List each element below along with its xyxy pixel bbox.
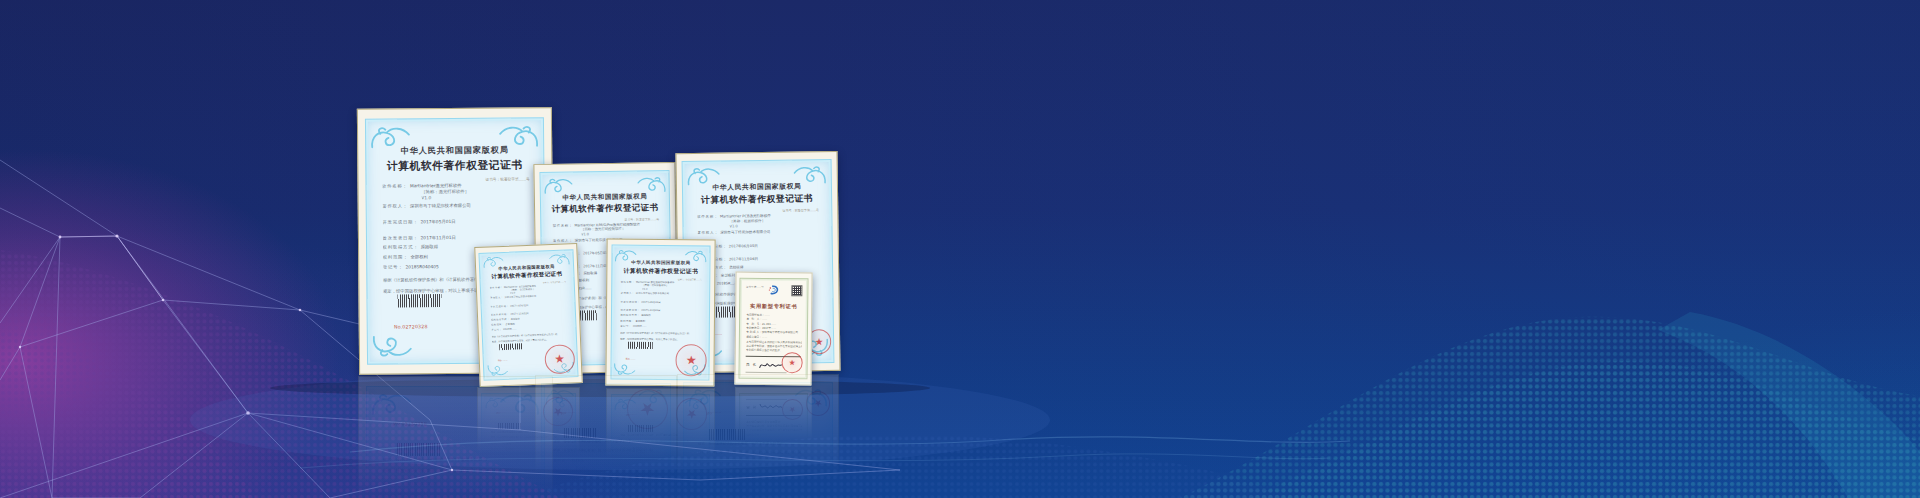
utility-patent-certificate: 证书号 第……号 实用新型专利证书 实用新型名称：…… 发 明 人：…… 专 利… bbox=[734, 272, 812, 386]
certificate-reflection: 中华人民共和国国家版权局 计算机软件著作权登记证书 证书号：软著登字第……号 软… bbox=[477, 387, 580, 498]
patent-serial: 证书号 第……号 bbox=[746, 286, 764, 289]
cert-authority: 中华人民共和国国家版权局 bbox=[541, 192, 670, 203]
cert-title: 计算机软件著作权登记证书 bbox=[612, 267, 710, 277]
cert-authority: 中华人民共和国国家版权局 bbox=[612, 260, 710, 266]
copyright-certificate-4: 中华人民共和国国家版权局 计算机软件著作权登记证书 证书号：软著登字第……号 软… bbox=[474, 243, 583, 387]
seal-star-icon: ★ bbox=[788, 358, 795, 367]
qr-code bbox=[792, 287, 801, 296]
cert-number-red: No.…… bbox=[498, 359, 508, 362]
barcode bbox=[628, 341, 652, 348]
seal-star-icon: ★ bbox=[686, 353, 697, 367]
field-dev-date: 开发完成日期：2017年05月01日 bbox=[382, 218, 535, 224]
field-pub-date: 首次发表日期：2017年11月01日 bbox=[383, 235, 536, 241]
seal-star-icon: ★ bbox=[815, 336, 824, 347]
copyright-certificate-5: 中华人民共和国国家版权局 计算机软件著作权登记证书 证书号：软著登字第……号 软… bbox=[605, 239, 715, 387]
patent-red-seal: ★ bbox=[782, 352, 803, 373]
field-author: 著作权人：深圳市马丁特尼尔技术有限公司 bbox=[382, 202, 535, 208]
certificate-reflection: 证书号 第……号 实用新型专利证书 实用新型名称：…… 发 明 人：…… 专 利… bbox=[735, 387, 812, 498]
hero-banner: 中华人民共和国国家版权局 计算机软件著作权登记证书 证书号：软著登字第……号 软… bbox=[0, 0, 1920, 498]
cert-number-red: No.…… bbox=[626, 357, 636, 360]
cert-authority: 中华人民共和国国家版权局 bbox=[366, 145, 544, 158]
cert-title: 计算机软件著作权登记证书 bbox=[683, 193, 830, 207]
cert-number-red: No.02720328 bbox=[394, 324, 428, 329]
signature-scribble-icon bbox=[758, 360, 782, 370]
seal-star-icon: ★ bbox=[554, 352, 565, 366]
director-signature: 局 长 bbox=[746, 359, 782, 369]
cert-title: 计算机软件著作权登记证书 bbox=[366, 158, 544, 174]
corner-flourish-icon bbox=[372, 332, 413, 359]
barcode bbox=[499, 343, 522, 351]
barcode bbox=[397, 294, 442, 308]
corner-flourish-icon bbox=[614, 361, 637, 376]
certificate-reflection: 中华人民共和国国家版权局 计算机软件著作权登记证书 证书号：软著登字第……号 软… bbox=[606, 388, 715, 498]
footer-line bbox=[745, 371, 786, 372]
cert-authority: 中华人民共和国国家版权局 bbox=[683, 182, 830, 193]
patent-title: 实用新型专利证书 bbox=[741, 303, 807, 311]
cert-serial: 证书号：软著登字第……号 bbox=[485, 176, 529, 181]
cnipa-logo-icon bbox=[767, 285, 780, 296]
cert-title: 计算机软件著作权登记证书 bbox=[541, 202, 670, 215]
